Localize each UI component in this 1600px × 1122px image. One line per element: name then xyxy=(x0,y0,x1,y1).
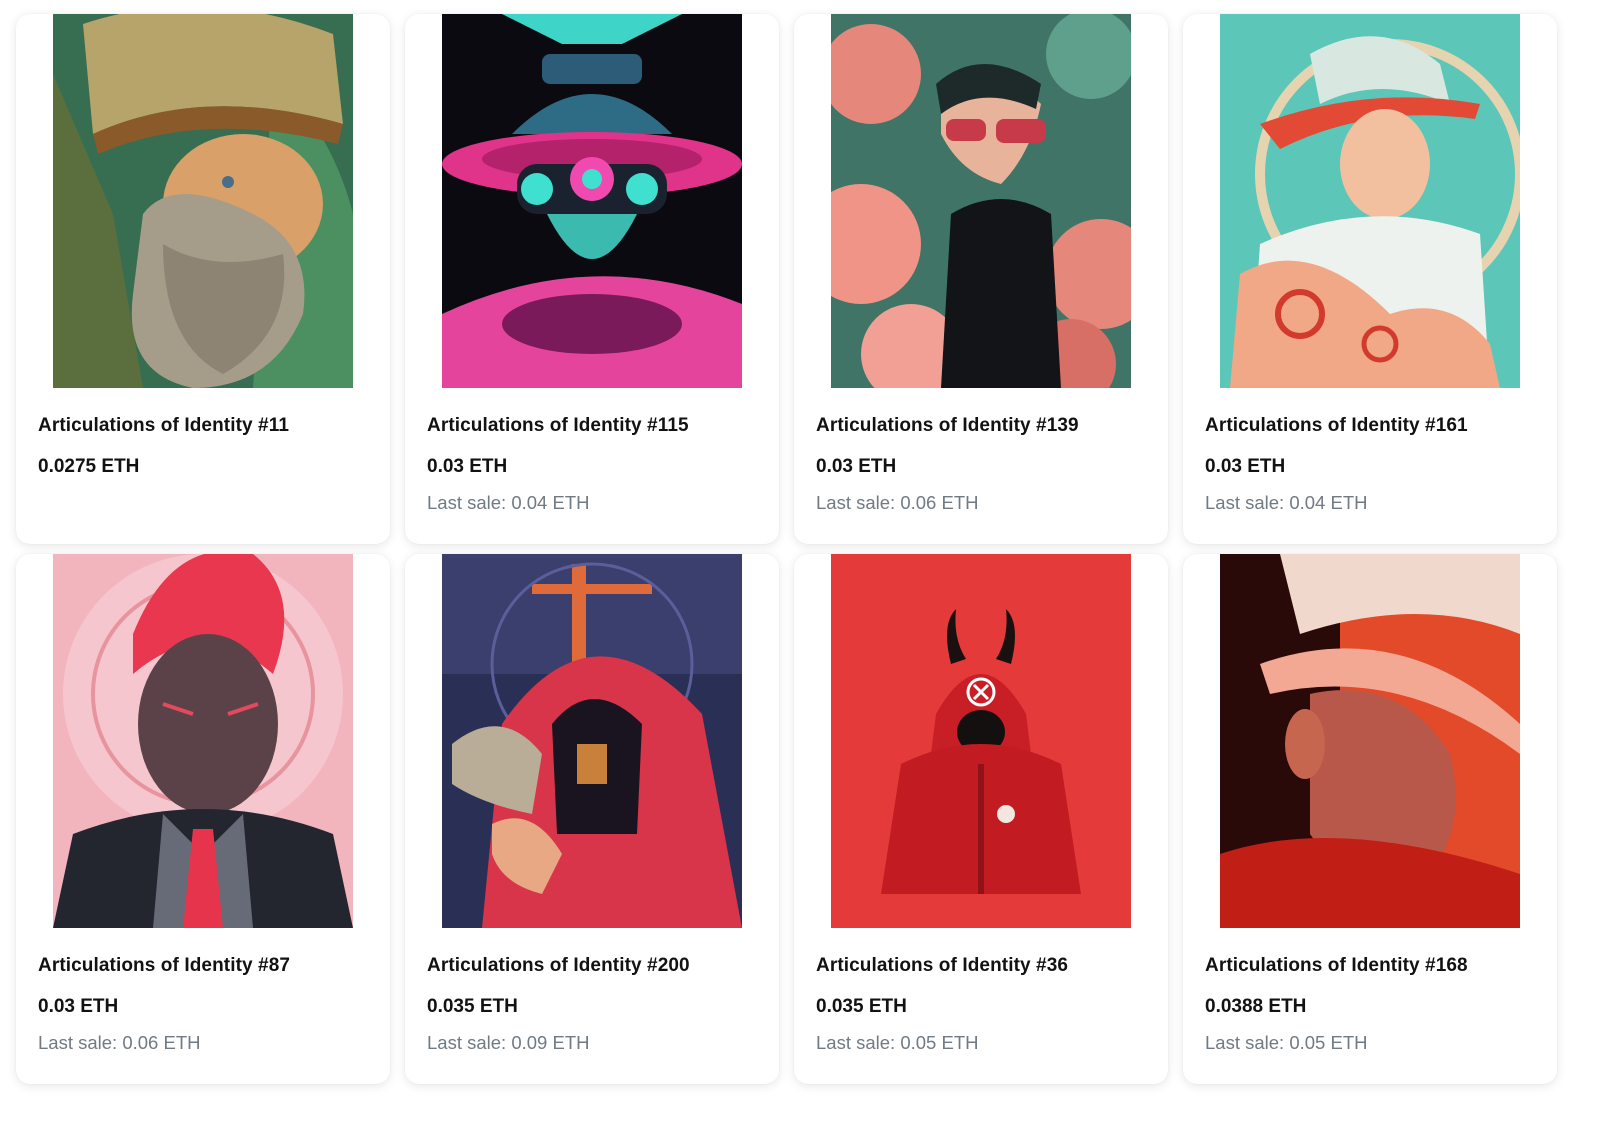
last-sale-label: Last sale: xyxy=(1205,492,1285,513)
nft-title[interactable]: Articulations of Identity #200 xyxy=(427,955,690,977)
nft-last-sale: Last sale: 0.04 ETH xyxy=(427,492,589,514)
nft-card[interactable]: Articulations of Identity #200 0.035 ETH… xyxy=(405,554,779,1084)
nft-image-red-hair-suit[interactable] xyxy=(53,554,353,928)
nft-title[interactable]: Articulations of Identity #11 xyxy=(38,415,289,437)
last-sale-label: Last sale: xyxy=(38,1032,118,1053)
nft-last-sale: Last sale: 0.06 ETH xyxy=(816,492,978,514)
nft-item-grid: Articulations of Identity #11 0.0275 ETH xyxy=(0,0,1600,1122)
last-sale-value: 0.04 ETH xyxy=(511,492,590,513)
nft-price: 0.0275 ETH xyxy=(38,456,140,477)
cap-profile-art xyxy=(1220,554,1520,928)
last-sale-label: Last sale: xyxy=(1205,1032,1285,1053)
nft-card[interactable]: Articulations of Identity #115 0.03 ETH … xyxy=(405,14,779,544)
last-sale-value: 0.04 ETH xyxy=(1289,492,1368,513)
nft-image-bearded-warrior[interactable] xyxy=(53,14,353,388)
nft-card[interactable]: Articulations of Identity #36 0.035 ETH … xyxy=(794,554,1168,1084)
last-sale-value: 0.05 ETH xyxy=(1289,1032,1368,1053)
nft-price: 0.03 ETH xyxy=(38,996,119,1017)
last-sale-label: Last sale: xyxy=(427,1032,507,1053)
nft-price: 0.035 ETH xyxy=(427,996,518,1017)
red-hooded-pixel-art xyxy=(442,554,742,928)
nft-title[interactable]: Articulations of Identity #87 xyxy=(38,955,290,977)
nft-price: 0.03 ETH xyxy=(816,456,897,477)
nft-image-horned-hood[interactable] xyxy=(831,554,1131,928)
nft-title[interactable]: Articulations of Identity #139 xyxy=(816,415,1079,437)
last-sale-value: 0.06 ETH xyxy=(122,1032,201,1053)
last-sale-value: 0.05 ETH xyxy=(900,1032,979,1053)
nft-image-headband-fighter[interactable] xyxy=(1220,14,1520,388)
nft-title[interactable]: Articulations of Identity #161 xyxy=(1205,415,1468,437)
red-hair-suit-art xyxy=(53,554,353,928)
nft-last-sale: Last sale: 0.04 ETH xyxy=(1205,492,1367,514)
neon-robot-art xyxy=(442,14,742,388)
nft-card[interactable]: Articulations of Identity #11 0.0275 ETH xyxy=(16,14,390,544)
nft-last-sale: Last sale: 0.05 ETH xyxy=(1205,1032,1367,1054)
nft-price: 0.035 ETH xyxy=(816,996,907,1017)
nft-price: 0.03 ETH xyxy=(1205,456,1286,477)
nft-last-sale: Last sale: 0.05 ETH xyxy=(816,1032,978,1054)
nft-title[interactable]: Articulations of Identity #115 xyxy=(427,415,689,437)
horned-hood-art xyxy=(831,554,1131,928)
nft-image-red-hooded-pixel[interactable] xyxy=(442,554,742,928)
last-sale-value: 0.06 ETH xyxy=(900,492,979,513)
headband-fighter-art xyxy=(1220,14,1520,388)
nft-price: 0.03 ETH xyxy=(427,456,508,477)
last-sale-label: Last sale: xyxy=(816,492,896,513)
nft-card[interactable]: Articulations of Identity #87 0.03 ETH L… xyxy=(16,554,390,1084)
nft-card[interactable]: Articulations of Identity #168 0.0388 ET… xyxy=(1183,554,1557,1084)
last-sale-label: Last sale: xyxy=(816,1032,896,1053)
nft-image-sunglasses-floral[interactable] xyxy=(831,14,1131,388)
nft-title[interactable]: Articulations of Identity #168 xyxy=(1205,955,1468,977)
nft-last-sale: Last sale: 0.09 ETH xyxy=(427,1032,589,1054)
nft-title[interactable]: Articulations of Identity #36 xyxy=(816,955,1068,977)
nft-last-sale: Last sale: 0.06 ETH xyxy=(38,1032,200,1054)
nft-image-neon-robot[interactable] xyxy=(442,14,742,388)
last-sale-value: 0.09 ETH xyxy=(511,1032,590,1053)
nft-image-cap-profile[interactable] xyxy=(1220,554,1520,928)
nft-card[interactable]: Articulations of Identity #161 0.03 ETH … xyxy=(1183,14,1557,544)
last-sale-label: Last sale: xyxy=(427,492,507,513)
nft-card[interactable]: Articulations of Identity #139 0.03 ETH … xyxy=(794,14,1168,544)
nft-price: 0.0388 ETH xyxy=(1205,996,1307,1017)
sunglasses-floral-art xyxy=(831,14,1131,388)
bearded-warrior-art xyxy=(53,14,353,388)
